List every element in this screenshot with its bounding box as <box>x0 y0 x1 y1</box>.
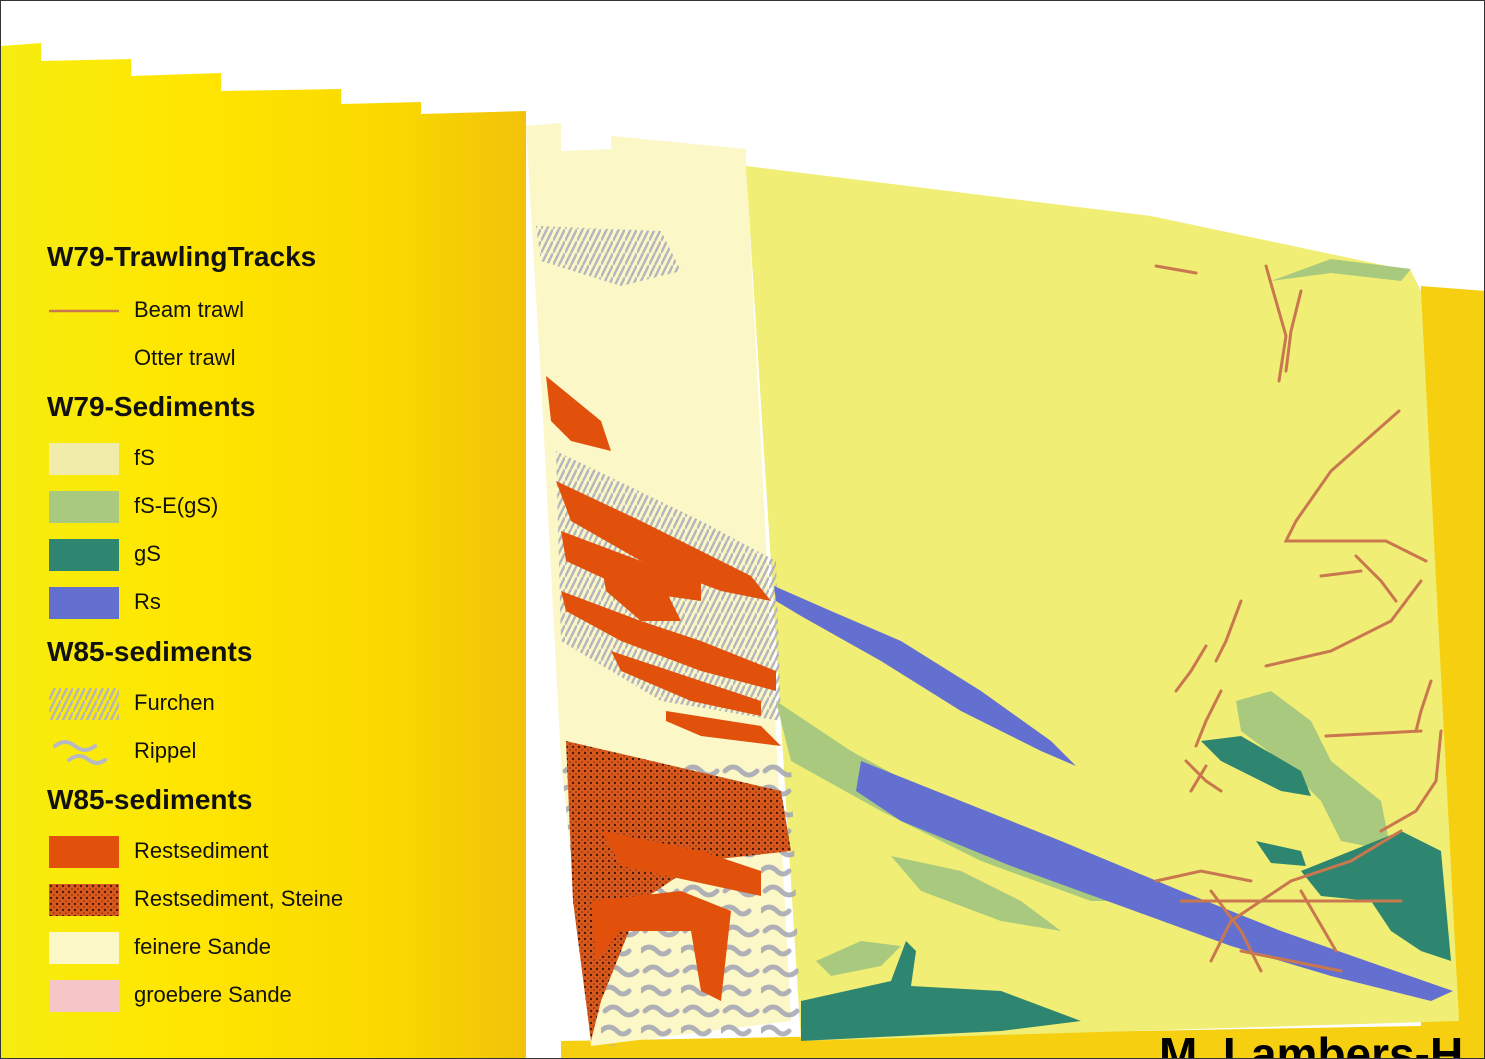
legend-item-restsediment: Restsediment <box>47 832 467 872</box>
legend-title-w79-sediments: W79-Sediments <box>47 391 256 422</box>
legend-item-rippel: Rippel <box>47 732 467 772</box>
legend-title-w85-sediments-classes: W85-sediments <box>47 784 253 815</box>
legend-label-restsediment: Restsediment <box>134 838 269 863</box>
legend-label-otter-trawl: Otter trawl <box>134 345 236 370</box>
legend-item-feinere-sande: feinere Sande <box>47 928 467 968</box>
legend-label-rippel: Rippel <box>134 738 197 763</box>
legend-label-groebere-sande: groebere Sande <box>134 982 292 1007</box>
legend-item-groebere-sande: groebere Sande <box>47 976 467 1016</box>
fS-swatch <box>49 443 119 475</box>
legend-label-furchen: Furchen <box>134 690 215 715</box>
legend-label-Rs: Rs <box>134 589 161 614</box>
fS-E-gS-swatch <box>49 491 119 523</box>
Rs-swatch <box>49 587 119 619</box>
rippel-pattern-icon <box>53 740 107 765</box>
legend-label-feinere-sande: feinere Sande <box>134 934 271 959</box>
feinere-sande-swatch <box>49 932 119 964</box>
legend-item-otter-trawl: Otter trawl <box>47 339 467 379</box>
legend-item-beam-trawl: Beam trawl <box>47 291 467 331</box>
legend-item-furchen: Furchen <box>47 684 467 724</box>
legend-item-Rs: Rs <box>47 583 467 623</box>
furchen-hatch-icon <box>49 688 119 720</box>
legend-item-gS: gS <box>47 535 467 575</box>
restsediment-steine-dots-icon <box>49 884 119 916</box>
beam-trawl-line-icon <box>49 309 119 313</box>
legend-title-w85-sediments-patterns: W85-sediments <box>47 636 253 667</box>
eastern-survey-sheet <box>746 166 1459 1041</box>
restsediment-swatch <box>49 836 119 868</box>
legend-item-fS-E-gS: fS-E(gS) <box>47 487 467 527</box>
groebere-sande-swatch <box>49 980 119 1012</box>
legend-label-fS: fS <box>134 445 155 470</box>
legend-label-fS-E-gS: fS-E(gS) <box>134 493 219 518</box>
legend-label-beam-trawl: Beam trawl <box>134 297 245 322</box>
legend-item-restsediment-steine: Restsediment, Steine <box>47 880 467 920</box>
legend-label-gS: gS <box>134 541 161 566</box>
legend-item-fS: fS <box>47 439 467 479</box>
legend-label-restsediment-steine: Restsediment, Steine <box>134 886 344 911</box>
map-frame: W79-TrawlingTracks Beam trawl Otter traw… <box>0 0 1485 1059</box>
author-label: M. Lambers-H <box>1159 1028 1464 1059</box>
legend-title-trawling-tracks: W79-TrawlingTracks <box>47 241 317 272</box>
gS-swatch <box>49 539 119 571</box>
